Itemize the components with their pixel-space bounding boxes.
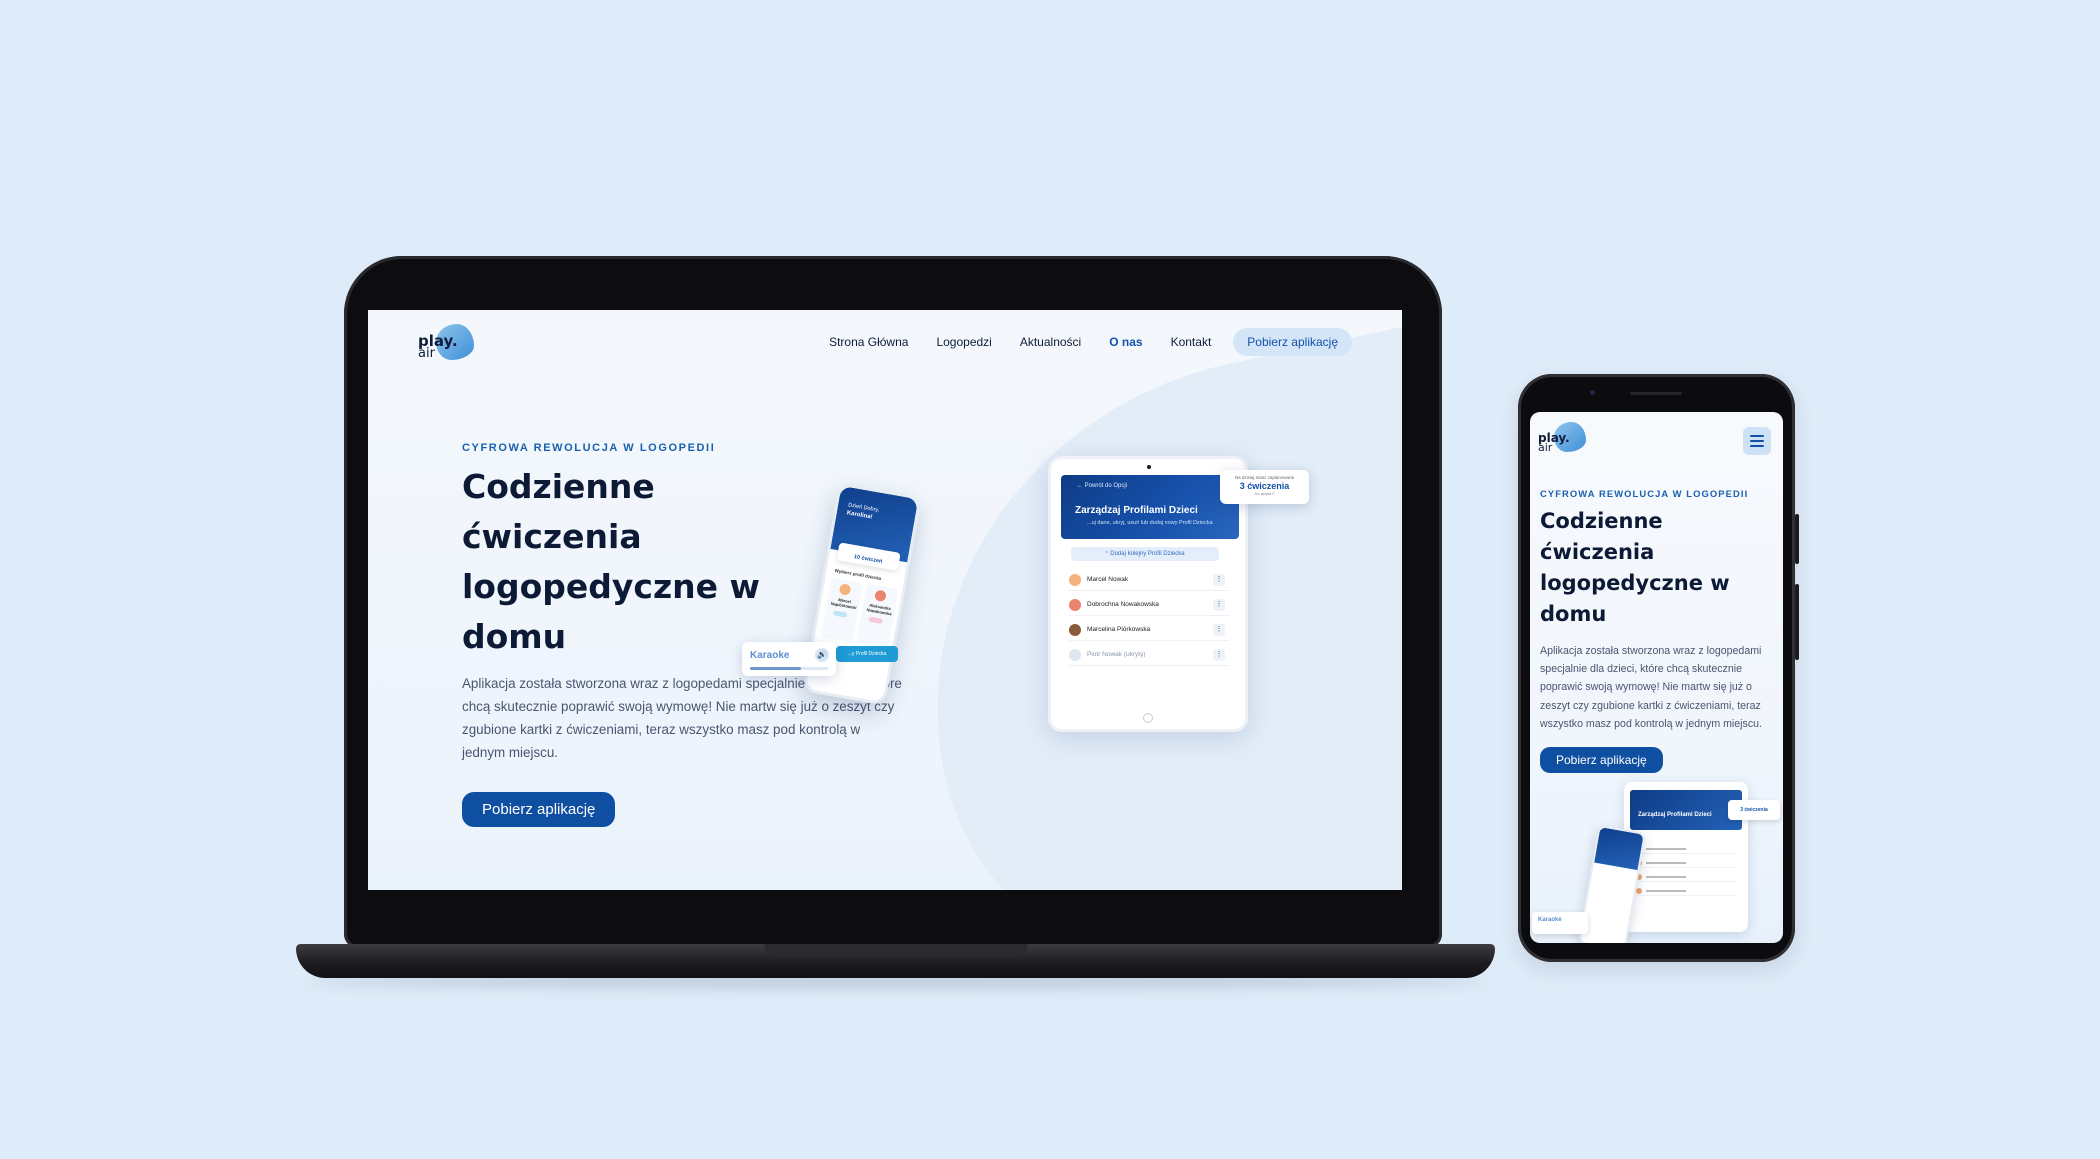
list-item [1636,872,1736,882]
float-card-value: 3 ćwiczenia [1239,481,1290,491]
nav-link-contact[interactable]: Kontakt [1171,335,1212,349]
tablet-back-link[interactable]: ← Powrót do Opcji [1077,483,1127,489]
nav-link-home[interactable]: Strona Główna [829,335,908,349]
more-options-icon[interactable]: ⋮ [1213,598,1225,611]
mobile-title-line-2: logopedyczne w [1540,571,1730,595]
karaoke-progress-bar [750,667,828,670]
nav-link-news[interactable]: Aktualności [1020,335,1081,349]
avatar [838,583,852,596]
exercises-today-card: Na dzisiaj masz zaplanowane 3 ćwiczenia … [1220,470,1309,504]
tablet-subtitle: ...uj dane, ukryj, usuń lub dodaj nowy P… [1087,520,1213,526]
nav-link-about[interactable]: O nas [1109,335,1142,349]
mobile-title-line-3: domu [1540,602,1607,626]
child-name: Dobrochna Nowakowska [1087,601,1159,608]
tablet-header: ← Powrót do Opcji Zarządzaj Profilami Dz… [1061,475,1239,539]
kid-name: Marcel Napiórkowski [830,597,857,611]
karaoke-card: Karaoke 🔊 [742,642,836,676]
mobile-website: play. air CYFROWA REWOLUCJA W LOGOPEDII … [1530,412,1783,943]
nav-link-speech-therapists[interactable]: Logopedzi [936,335,991,349]
mobile-hero: CYFROWA REWOLUCJA W LOGOPEDII Codzienne … [1540,488,1772,774]
avatar [1069,573,1081,586]
mobile-exercises-card: 3 ćwiczenia [1728,800,1780,820]
mobile-download-button[interactable]: Pobierz aplikację [1540,747,1663,774]
list-item[interactable]: Dobrochna Nowakowska ⋮ [1069,594,1229,616]
add-child-profile-button[interactable]: ⁺ Dodaj kolejny Profil Dziecka [1071,547,1219,561]
add-profile-tab: ...y Profil Dziecka [836,646,898,662]
karaoke-progress-fill [750,667,801,670]
hero-download-button[interactable]: Pobierz aplikację [462,792,616,827]
phone-camera [1590,390,1595,395]
list-item [1636,858,1736,868]
avatar [1069,623,1081,636]
desktop-website: play. air Strona Główna Logopedzi Aktual… [368,310,1402,890]
nav-download-button[interactable]: Pobierz aplikację [1233,328,1352,356]
list-item[interactable]: Marcelina Piórkowska ⋮ [1069,619,1229,641]
phone-speaker [1630,392,1682,395]
laptop-notch [764,944,1028,956]
hero-title-line-1: Codzienne ćwiczenia [462,467,655,556]
mobile-title-line-1: Codzienne ćwiczenia [1540,509,1663,564]
laptop-mockup: play. air Strona Główna Logopedzi Aktual… [296,256,1495,988]
hamburger-icon[interactable] [1743,427,1771,455]
status-badge [832,610,848,618]
hero-eyebrow: CYFROWA REWOLUCJA W LOGOPEDII [462,442,716,454]
phone-side-button [1795,514,1799,564]
phone-volume-button [1795,584,1799,660]
main-nav: Strona Główna Logopedzi Aktualności O na… [829,328,1352,356]
child-name: Marcelina Piórkowska [1087,626,1151,633]
arrow-left-icon: ← [1077,483,1085,489]
kid-card[interactable]: Aleksandra Nowakowska [856,583,899,649]
mobile-tablet-title: Zarządzaj Profilami Dzieci [1638,812,1712,818]
tablet-back-label: Powrót do Opcji [1084,483,1128,489]
kids-cards: Marcel Napiórkowski Aleksandra Nowakowsk… [820,577,899,649]
hero-title: Codzienne ćwiczenia logopedyczne w domu [462,462,802,662]
list-item [1636,844,1736,854]
more-options-icon[interactable]: ⋮ [1213,573,1225,586]
child-name: Piotr Nowak (ukryty) [1087,651,1146,658]
speaker-icon[interactable]: 🔊 [815,648,829,662]
children-list: Marcel Nowak ⋮ Dobrochna Nowakowska ⋮ Ma… [1069,569,1229,669]
status-badge [868,616,883,624]
avatar [1069,648,1081,661]
list-item[interactable]: Marcel Nowak ⋮ [1069,569,1229,591]
hero-section: CYFROWA REWOLUCJA W LOGOPEDII Codzienne … [462,442,902,827]
add-child-profile-label: Dodaj kolejny Profil Dziecka [1110,551,1185,557]
list-item [1636,886,1736,896]
avatar [874,589,887,603]
avatar [1069,598,1081,611]
kid-card[interactable]: Marcel Napiórkowski [820,577,863,643]
tablet-mockup: ← Powrót do Opcji Zarządzaj Profilami Dz… [1048,456,1248,732]
mobile-hero-eyebrow: CYFROWA REWOLUCJA W LOGOPEDII [1540,488,1749,499]
more-options-icon[interactable]: ⋮ [1213,648,1225,661]
logo[interactable]: play. air [418,324,478,364]
tablet-home-button [1143,713,1153,723]
kid-name: Aleksandra Nowakowska [866,602,892,617]
phone-device: play. air CYFROWA REWOLUCJA W LOGOPEDII … [1518,374,1799,962]
child-name: Marcel Nowak [1087,576,1129,583]
tablet-title: Zarządzaj Profilami Dzieci [1075,505,1198,516]
tablet-camera [1147,465,1151,469]
mobile-hero-title: Codzienne ćwiczenia logopedyczne w domu [1540,506,1770,630]
mobile-logo[interactable]: play. air [1538,420,1588,456]
list-item[interactable]: Piotr Nowak (ukryty) ⋮ [1069,644,1229,666]
mobile-tablet-header: Zarządzaj Profilami Dzieci [1630,790,1742,830]
karaoke-label: Karaoke [750,650,790,661]
more-options-icon[interactable]: ⋮ [1213,623,1225,636]
float-card-bottom: Do dzieła !! [1254,491,1275,496]
mobile-karaoke-card: Karaoke [1532,912,1588,934]
float-card-top: Na dzisiaj masz zaplanowane [1234,475,1295,480]
mobile-hero-description: Aplikacja została stworzona wraz z logop… [1540,645,1762,730]
